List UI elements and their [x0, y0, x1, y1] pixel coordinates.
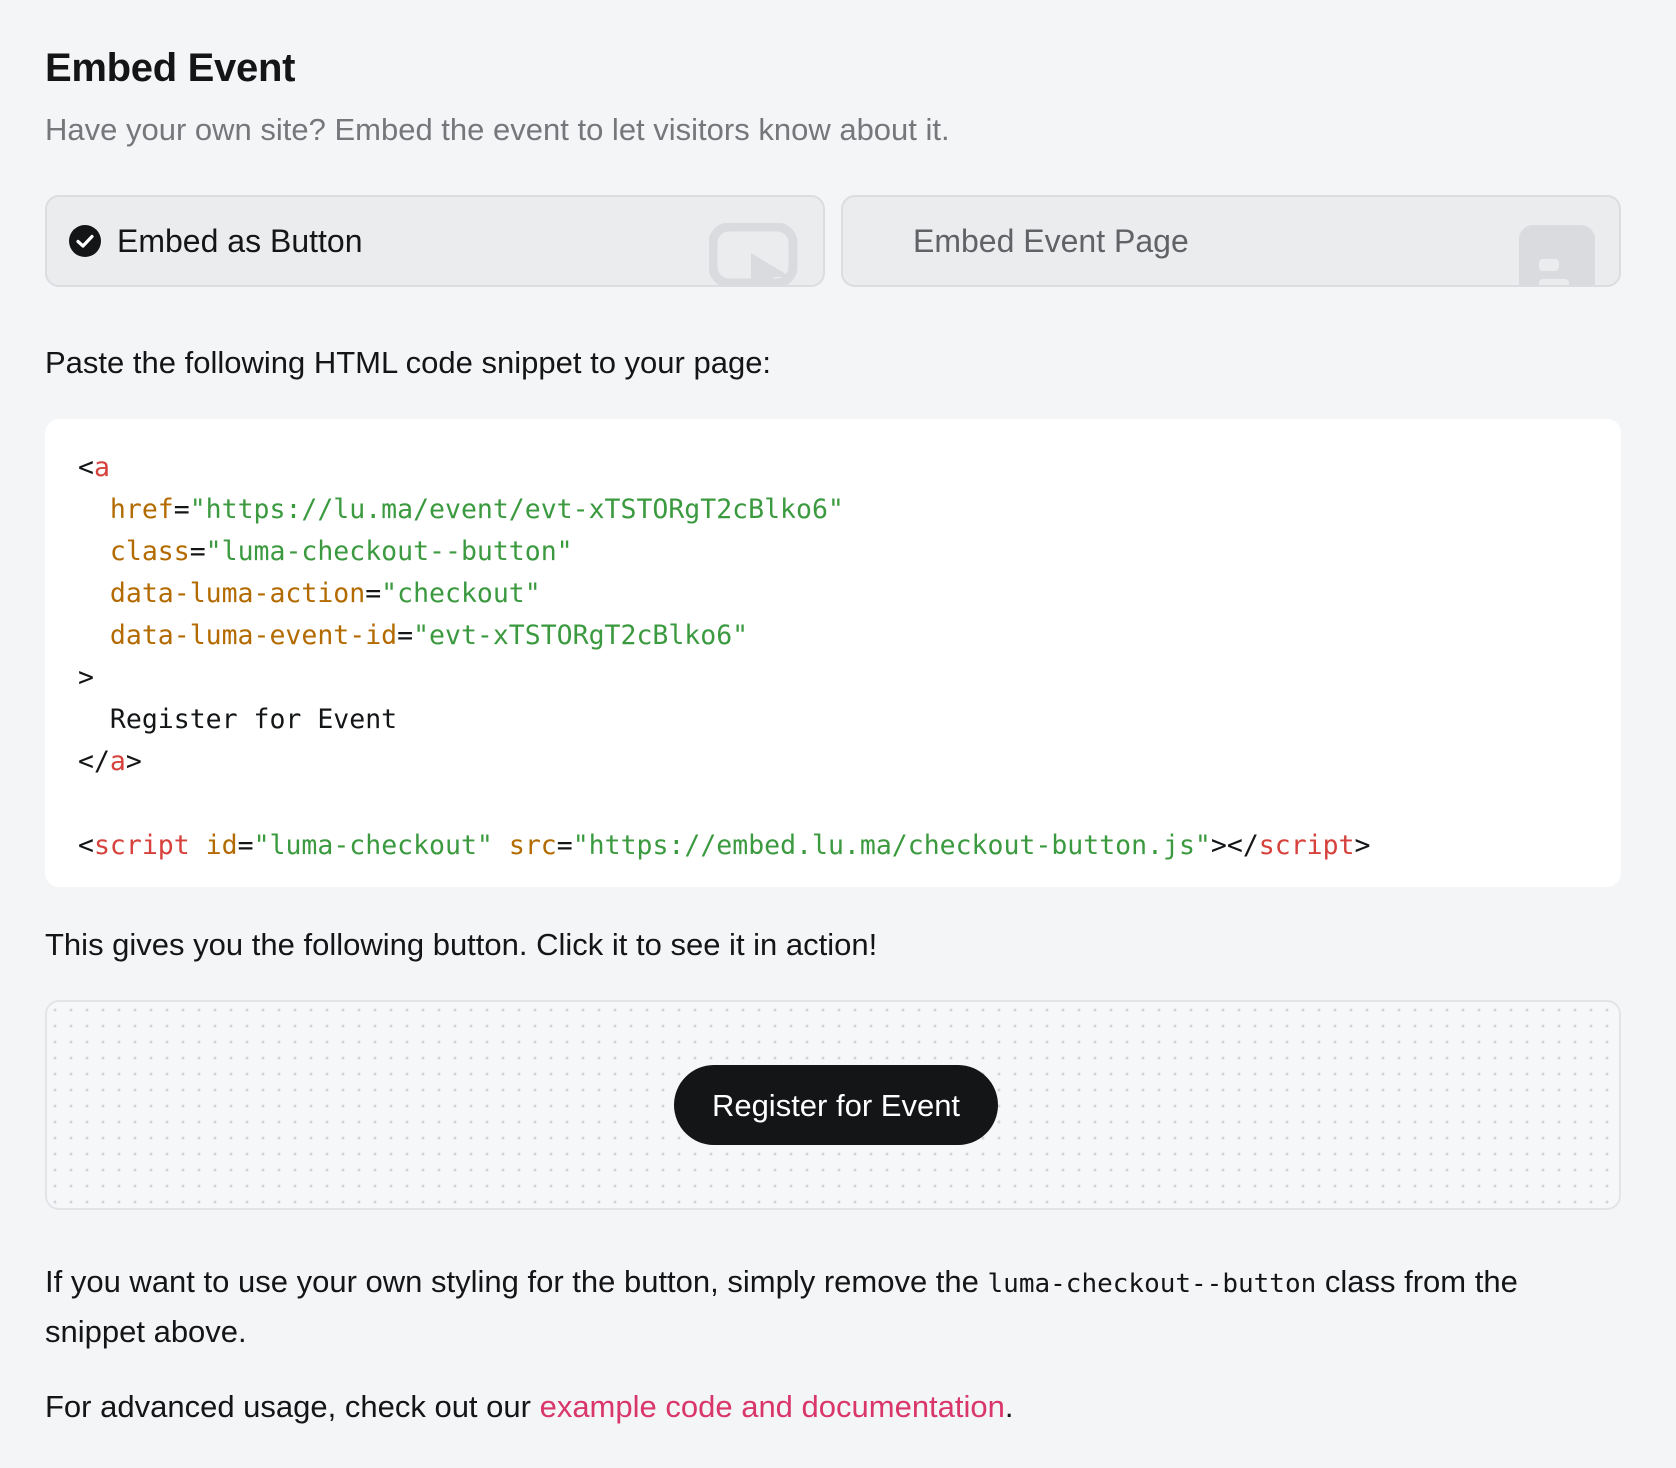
- documentation-link[interactable]: example code and documentation: [540, 1389, 1005, 1424]
- code-line: data-luma-event-id="evt-xTSTORgT2cBlko6": [109, 620, 749, 651]
- styling-note: If you want to use your own styling for …: [45, 1264, 1518, 1349]
- advanced-usage-text: For advanced usage, check out our exampl…: [45, 1389, 1014, 1424]
- page-icon: [1519, 225, 1595, 285]
- code-line: >: [78, 662, 94, 693]
- code-snippet[interactable]: <a href="https://lu.ma/event/evt-xTSTORg…: [45, 419, 1621, 887]
- result-text: This gives you the following button. Cli…: [45, 927, 878, 962]
- register-for-event-button[interactable]: Register for Event: [674, 1065, 998, 1145]
- page-title: Embed Event: [45, 46, 296, 90]
- code-line: Register for Event: [109, 704, 398, 735]
- check-circle-icon: [69, 225, 101, 257]
- embed-event-page-option[interactable]: Embed Event Page: [841, 195, 1621, 287]
- button-cursor-icon: [709, 223, 798, 285]
- code-line: class="luma-checkout--button": [109, 536, 573, 567]
- embed-as-button-label: Embed as Button: [117, 223, 363, 259]
- class-name-code: luma-checkout--button: [987, 1269, 1317, 1299]
- embed-as-button-option[interactable]: Embed as Button: [45, 195, 825, 287]
- code-line: <script id="luma-checkout" src="https://…: [78, 830, 1371, 861]
- embed-options: Embed as Button Embed Event Page: [45, 195, 1621, 291]
- code-line: </a>: [78, 746, 142, 777]
- embed-event-page-label: Embed Event Page: [913, 223, 1189, 259]
- page-subtitle: Have your own site? Embed the event to l…: [45, 112, 950, 147]
- button-preview-area: Register for Event: [45, 1000, 1621, 1210]
- instructions-text: Paste the following HTML code snippet to…: [45, 345, 772, 380]
- code-line: data-luma-action="checkout": [109, 578, 541, 609]
- code-line: href="https://lu.ma/event/evt-xTSTORgT2c…: [109, 494, 844, 525]
- code-line: <a: [78, 452, 110, 483]
